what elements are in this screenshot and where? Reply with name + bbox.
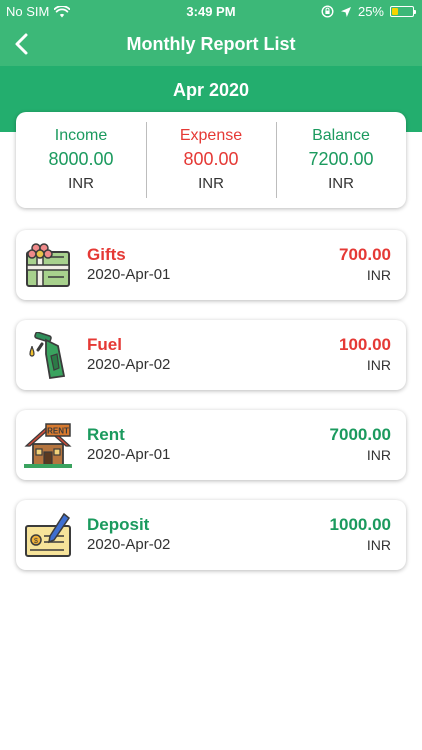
list-item[interactable]: $ Deposit 2020-Apr-02 1000.00 INR: [16, 500, 406, 570]
entry-date: 2020-Apr-01: [87, 446, 171, 463]
rent-sign-text: RENT: [47, 427, 69, 436]
income-summary: Income 8000.00 INR: [16, 112, 146, 208]
battery-level: [392, 8, 398, 15]
entry-amount: 7000.00: [329, 425, 391, 444]
page-title: Monthly Report List: [126, 34, 296, 54]
location-arrow-icon: [340, 6, 351, 17]
svg-text:$: $: [34, 538, 38, 545]
entry-title: Fuel: [87, 335, 122, 354]
balance-value: 7200.00: [308, 149, 374, 169]
expense-value: 800.00: [183, 149, 239, 169]
entry-amount: 700.00: [339, 245, 391, 264]
balance-label: Balance: [312, 127, 370, 144]
entry-unit: INR: [366, 267, 391, 283]
balance-summary: Balance 7200.00 INR: [276, 112, 406, 208]
summary-card: Income 8000.00 INR Expense 800.00 INR Ba…: [16, 112, 406, 208]
fuel-nozzle-icon: [29, 332, 66, 380]
income-value: 8000.00: [48, 149, 114, 169]
income-label: Income: [54, 127, 108, 144]
orientation-lock-icon: [321, 5, 334, 18]
status-bar: No SIM 3:49 PM 25%: [0, 0, 422, 22]
entry-amount: 1000.00: [329, 515, 391, 534]
cheque-icon: $: [25, 512, 71, 557]
list-item[interactable]: RENT Rent 2020-Apr-01 7000.00 INR: [16, 410, 406, 480]
entry-date: 2020-Apr-02: [87, 356, 171, 373]
rent-house-icon: RENT: [24, 423, 72, 468]
status-right: 25%: [321, 4, 416, 19]
expense-summary: Expense 800.00 INR: [146, 112, 276, 208]
expense-unit: INR: [198, 175, 224, 192]
entry-unit: INR: [366, 357, 391, 373]
list-item[interactable]: Fuel 2020-Apr-02 100.00 INR: [16, 320, 406, 390]
entry-title: Rent: [87, 425, 125, 444]
entry-title: Gifts: [87, 245, 126, 264]
entry-unit: INR: [366, 537, 391, 553]
nav-bar: Monthly Report List: [0, 22, 422, 66]
entry-title: Deposit: [87, 515, 150, 534]
month-title: Apr 2020: [172, 80, 250, 100]
entry-date: 2020-Apr-02: [87, 536, 171, 553]
list-item[interactable]: Gifts 2020-Apr-01 700.00 INR: [16, 230, 406, 300]
battery-percent: 25%: [357, 4, 384, 19]
balance-unit: INR: [328, 175, 354, 192]
expense-label: Expense: [179, 127, 243, 144]
battery-icon: [390, 6, 416, 17]
gift-icon: [26, 243, 70, 287]
entry-amount: 100.00: [339, 335, 391, 354]
entry-date: 2020-Apr-01: [87, 266, 171, 283]
income-unit: INR: [68, 175, 94, 192]
entry-unit: INR: [366, 447, 391, 463]
